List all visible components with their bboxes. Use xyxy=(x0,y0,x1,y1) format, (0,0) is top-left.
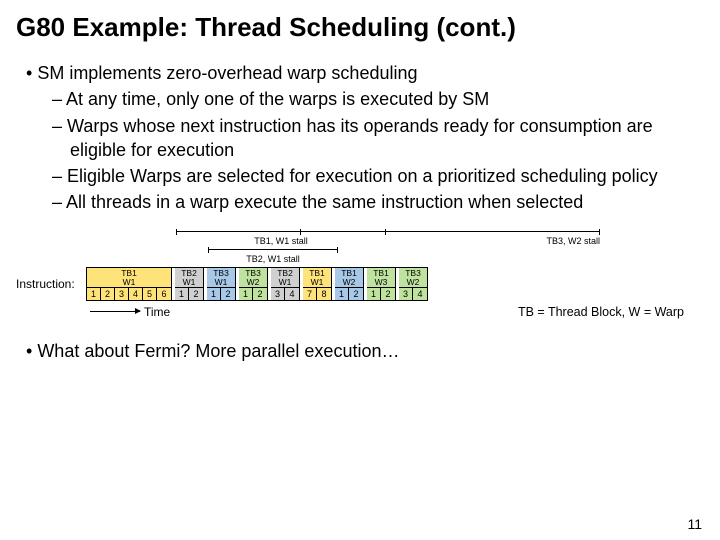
legend-text: TB = Thread Block, W = Warp xyxy=(518,305,704,319)
bottom-bullet: What about Fermi? More parallel executio… xyxy=(42,341,704,362)
sub-bullet: Warps whose next instruction has its ope… xyxy=(70,114,704,163)
timeline-segment: TB3W112 xyxy=(207,268,236,300)
stall-label: TB2, W1 stall xyxy=(208,254,338,264)
timeline-segment: TB1W1123456 xyxy=(87,268,172,300)
timeline-segment: TB2W112 xyxy=(175,268,204,300)
instruction-cell: 8 xyxy=(317,288,331,300)
segment-header: TB1W2 xyxy=(335,268,363,288)
instruction-cell: 4 xyxy=(413,288,427,300)
instruction-cell: 3 xyxy=(115,288,129,300)
segment-header: TB3W1 xyxy=(207,268,235,288)
instruction-cell: 2 xyxy=(253,288,267,300)
instruction-cell: 4 xyxy=(285,288,299,300)
segment-header: TB2W1 xyxy=(175,268,203,288)
segment-header: TB1W3 xyxy=(367,268,395,288)
time-axis: Time xyxy=(90,305,290,319)
instruction-cell: 6 xyxy=(157,288,171,300)
instruction-strip: TB1W1123456TB2W112TB3W112TB3W212TB2W134T… xyxy=(86,267,428,301)
timeline-segment: TB3W234 xyxy=(399,268,427,300)
instruction-cell: 2 xyxy=(101,288,115,300)
sub-bullet: All threads in a warp execute the same i… xyxy=(70,190,704,214)
segment-header: TB3W2 xyxy=(239,268,267,288)
segment-header: TB1W1 xyxy=(87,268,171,288)
instruction-cell: 2 xyxy=(349,288,363,300)
timeline-segment: TB1W312 xyxy=(367,268,396,300)
instruction-cell: 5 xyxy=(143,288,157,300)
page-number: 11 xyxy=(687,516,702,532)
instruction-cell: 2 xyxy=(189,288,203,300)
instruction-cell: 7 xyxy=(303,288,317,300)
segment-header: TB3W2 xyxy=(399,268,427,288)
instruction-cell: 1 xyxy=(87,288,101,300)
segment-header: TB2W1 xyxy=(271,268,299,288)
slide-title: G80 Example: Thread Scheduling (cont.) xyxy=(16,12,704,43)
time-label: Time xyxy=(144,305,170,319)
instruction-label: Instruction: xyxy=(16,267,86,301)
instruction-cell: 4 xyxy=(129,288,143,300)
bullet-list: SM implements zero-overhead warp schedul… xyxy=(42,61,704,215)
instruction-cell: 1 xyxy=(239,288,253,300)
stall-label: TB3, W2 stall xyxy=(300,236,600,246)
timeline-diagram: TB1, W1 stall TB2, W1 stall TB3, W2 stal… xyxy=(16,229,704,319)
bullet-main: SM implements zero-overhead warp schedul… xyxy=(42,61,704,85)
instruction-cell: 2 xyxy=(221,288,235,300)
instruction-cell: 1 xyxy=(175,288,189,300)
sub-bullet: At any time, only one of the warps is ex… xyxy=(70,87,704,111)
timeline-segment: TB3W212 xyxy=(239,268,268,300)
segment-header: TB1W1 xyxy=(303,268,331,288)
arrow-icon xyxy=(90,311,140,312)
sub-bullet: Eligible Warps are selected for executio… xyxy=(70,164,704,188)
instruction-cell: 3 xyxy=(271,288,285,300)
timeline-segment: TB1W178 xyxy=(303,268,332,300)
instruction-cell: 1 xyxy=(367,288,381,300)
instruction-cell: 1 xyxy=(335,288,349,300)
timeline-segment: TB1W212 xyxy=(335,268,364,300)
instruction-cell: 2 xyxy=(381,288,395,300)
instruction-cell: 3 xyxy=(399,288,413,300)
instruction-cell: 1 xyxy=(207,288,221,300)
timeline-segment: TB2W134 xyxy=(271,268,300,300)
